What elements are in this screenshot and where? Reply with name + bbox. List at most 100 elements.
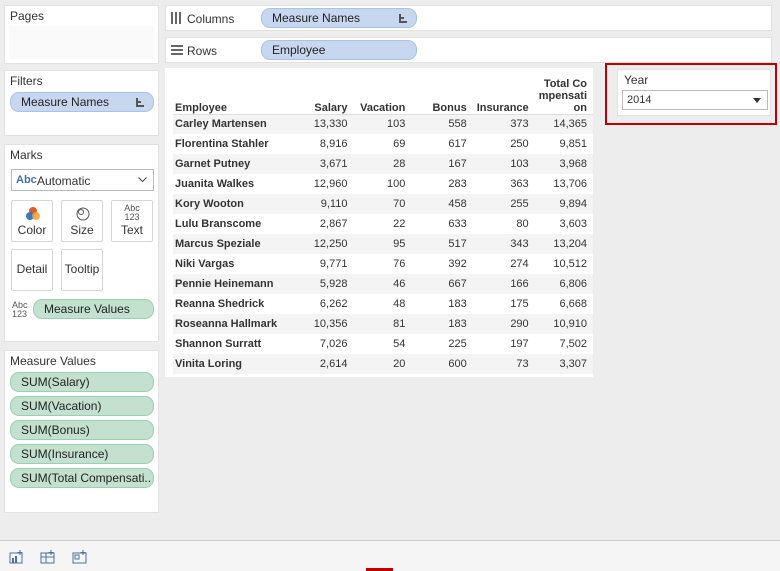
new-dashboard-icon[interactable]: [40, 550, 56, 564]
header-vacation[interactable]: Vacation: [353, 72, 412, 115]
cell-total-compensation: 9,894: [534, 194, 593, 214]
cell-vacation: 54: [393, 338, 406, 350]
cell-total-compensation: 13,706: [553, 178, 587, 190]
measure-pill-total-compensation[interactable]: SUM(Total Compensati..: [10, 468, 154, 488]
detail-button[interactable]: Detail: [11, 249, 53, 291]
marks-card[interactable]: Marks Abc Automatic Color Size Abc 123 T…: [4, 144, 159, 342]
cell-bonus: 667: [411, 274, 473, 294]
header-total-compensation[interactable]: Total Co mpensati on: [534, 72, 593, 115]
table-row[interactable]: Vinita Loring 2,614 20 600 73 3,307: [173, 354, 593, 374]
cell-vacation: 48: [393, 298, 406, 310]
cell-total-compensation: 9,851: [559, 138, 587, 150]
cell-total-compensation: 7,502: [559, 338, 587, 350]
header-total-line3: on: [573, 101, 587, 114]
columns-shelf[interactable]: Columns Measure Names: [165, 5, 772, 31]
measure-values-title: Measure Values: [10, 354, 96, 368]
table-row[interactable]: Roseanna Hallmark 10,356 81 183 290 10,910: [173, 314, 593, 334]
field-type-123-icon: 123: [12, 309, 28, 319]
pages-title: Pages: [10, 9, 45, 23]
cell-insurance: 197: [510, 338, 529, 350]
measure-pill-salary[interactable]: SUM(Salary): [10, 372, 154, 392]
columns-pill-label: Measure Names: [272, 11, 361, 25]
cell-total-compensation: 6,806: [534, 274, 593, 294]
cell-insurance: 80: [516, 218, 529, 230]
year-filter-card[interactable]: Year 2014: [617, 69, 771, 116]
cell-salary: 2,867: [319, 218, 348, 230]
header-employee[interactable]: Employee: [173, 72, 299, 115]
table-row[interactable]: Kory Wooton 9,110 70 458 255 9,894: [173, 194, 593, 214]
cell-total-compensation: 3,968: [534, 154, 593, 174]
cell-total-compensation: 14,365: [534, 114, 593, 134]
cell-salary: 2,614: [298, 354, 354, 374]
size-icon: [76, 207, 90, 221]
table-row[interactable]: Florentina Stahler 8,916 69 617 250 9,851: [173, 134, 593, 154]
header-insurance[interactable]: Insurance: [472, 72, 535, 115]
measure-values-card[interactable]: Measure Values SUM(Salary) SUM(Vacation)…: [4, 350, 159, 513]
cell-bonus: 183: [411, 314, 473, 334]
cell-salary: 8,916: [319, 138, 348, 150]
cell-bonus: 167: [411, 154, 473, 174]
table-row[interactable]: Carley Martensen 13,330 103 558 373 14,365: [173, 114, 593, 134]
columns-measure-names-pill[interactable]: Measure Names: [261, 8, 417, 28]
pages-drop-area[interactable]: [9, 26, 154, 59]
pages-card[interactable]: Pages: [4, 5, 159, 64]
table-row[interactable]: Reanna Shedrick 6,262 48 183 175 6,668: [173, 294, 593, 314]
table-row[interactable]: Garnet Putney 3,671 28 167 103 3,968: [173, 154, 593, 174]
table-row[interactable]: Lulu Branscome 2,867 22 633 80 3,603: [173, 214, 593, 234]
cell-insurance: 103: [472, 154, 535, 174]
tooltip-button[interactable]: Tooltip: [61, 249, 103, 291]
cell-employee: Pennie Heinemann: [173, 274, 299, 294]
measure-pill-bonus[interactable]: SUM(Bonus): [10, 420, 154, 440]
cell-employee: Marcus Speziale: [173, 234, 299, 254]
filters-card[interactable]: Filters Measure Names: [4, 70, 159, 136]
text-label: Text: [120, 223, 143, 237]
crosstab-view[interactable]: Employee Salary Vacation Bonus Insurance…: [165, 68, 593, 377]
header-bonus[interactable]: Bonus: [411, 72, 473, 115]
cell-salary: 9,771: [319, 258, 348, 270]
table-row[interactable]: Juanita Walkes 12,960 100 283 363 13,706: [173, 174, 593, 194]
mark-type-dropdown[interactable]: Abc Automatic: [11, 169, 154, 191]
table-row[interactable]: Niki Vargas 9,771 76 392 274 10,512: [173, 254, 593, 274]
cell-vacation: 28: [353, 154, 412, 174]
cell-vacation: 46: [353, 274, 412, 294]
rows-icon: [171, 45, 183, 55]
filter-pill-label: Measure Names: [21, 95, 110, 109]
text-button[interactable]: Abc 123 Text: [111, 200, 153, 242]
cell-salary: 12,960: [313, 178, 348, 190]
cell-employee: Niki Vargas: [175, 258, 235, 270]
size-button[interactable]: Size: [61, 200, 103, 242]
bottom-tab-bar: [0, 540, 780, 571]
marks-measure-values-pill[interactable]: Measure Values: [33, 299, 154, 319]
cell-insurance: 373: [472, 114, 535, 134]
mark-type-abc-icon: Abc: [16, 174, 37, 186]
cell-employee: Reanna Shedrick: [175, 298, 265, 310]
rows-shelf[interactable]: Rows Employee: [165, 37, 772, 63]
color-label: Color: [17, 223, 47, 237]
table-row[interactable]: Marcus Speziale 12,250 95 517 343 13,204: [173, 234, 593, 254]
filter-measure-names-pill[interactable]: Measure Names: [10, 92, 154, 112]
rows-employee-pill[interactable]: Employee: [261, 40, 417, 60]
cell-insurance: 166: [472, 274, 535, 294]
new-worksheet-icon[interactable]: [9, 550, 25, 564]
cell-bonus: 558: [411, 114, 473, 134]
cell-vacation: 95: [353, 234, 412, 254]
header-salary[interactable]: Salary: [298, 72, 354, 115]
new-story-icon[interactable]: [72, 550, 88, 564]
sort-icon: [399, 14, 407, 23]
tooltip-label: Tooltip: [64, 262, 100, 276]
header-row: Employee Salary Vacation Bonus Insurance…: [173, 72, 593, 115]
cell-total-compensation: 6,668: [559, 298, 587, 310]
cell-bonus: 600: [411, 354, 473, 374]
cell-bonus: 617: [448, 138, 467, 150]
cell-employee: Juanita Walkes: [175, 178, 255, 190]
table-row[interactable]: Pennie Heinemann 5,928 46 667 166 6,806: [173, 274, 593, 294]
marks-measure-values-label: Measure Values: [44, 302, 130, 316]
measure-pill-vacation[interactable]: SUM(Vacation): [10, 396, 154, 416]
measure-pill-insurance[interactable]: SUM(Insurance): [10, 444, 154, 464]
header-total-line1: Total Co: [543, 77, 587, 90]
cell-insurance: 175: [510, 298, 529, 310]
color-button[interactable]: Color: [11, 200, 53, 242]
header-total-line2: mpensati: [538, 89, 587, 102]
table-row[interactable]: Shannon Surratt 7,026 54 225 197 7,502: [173, 334, 593, 354]
year-dropdown[interactable]: 2014: [622, 90, 768, 110]
